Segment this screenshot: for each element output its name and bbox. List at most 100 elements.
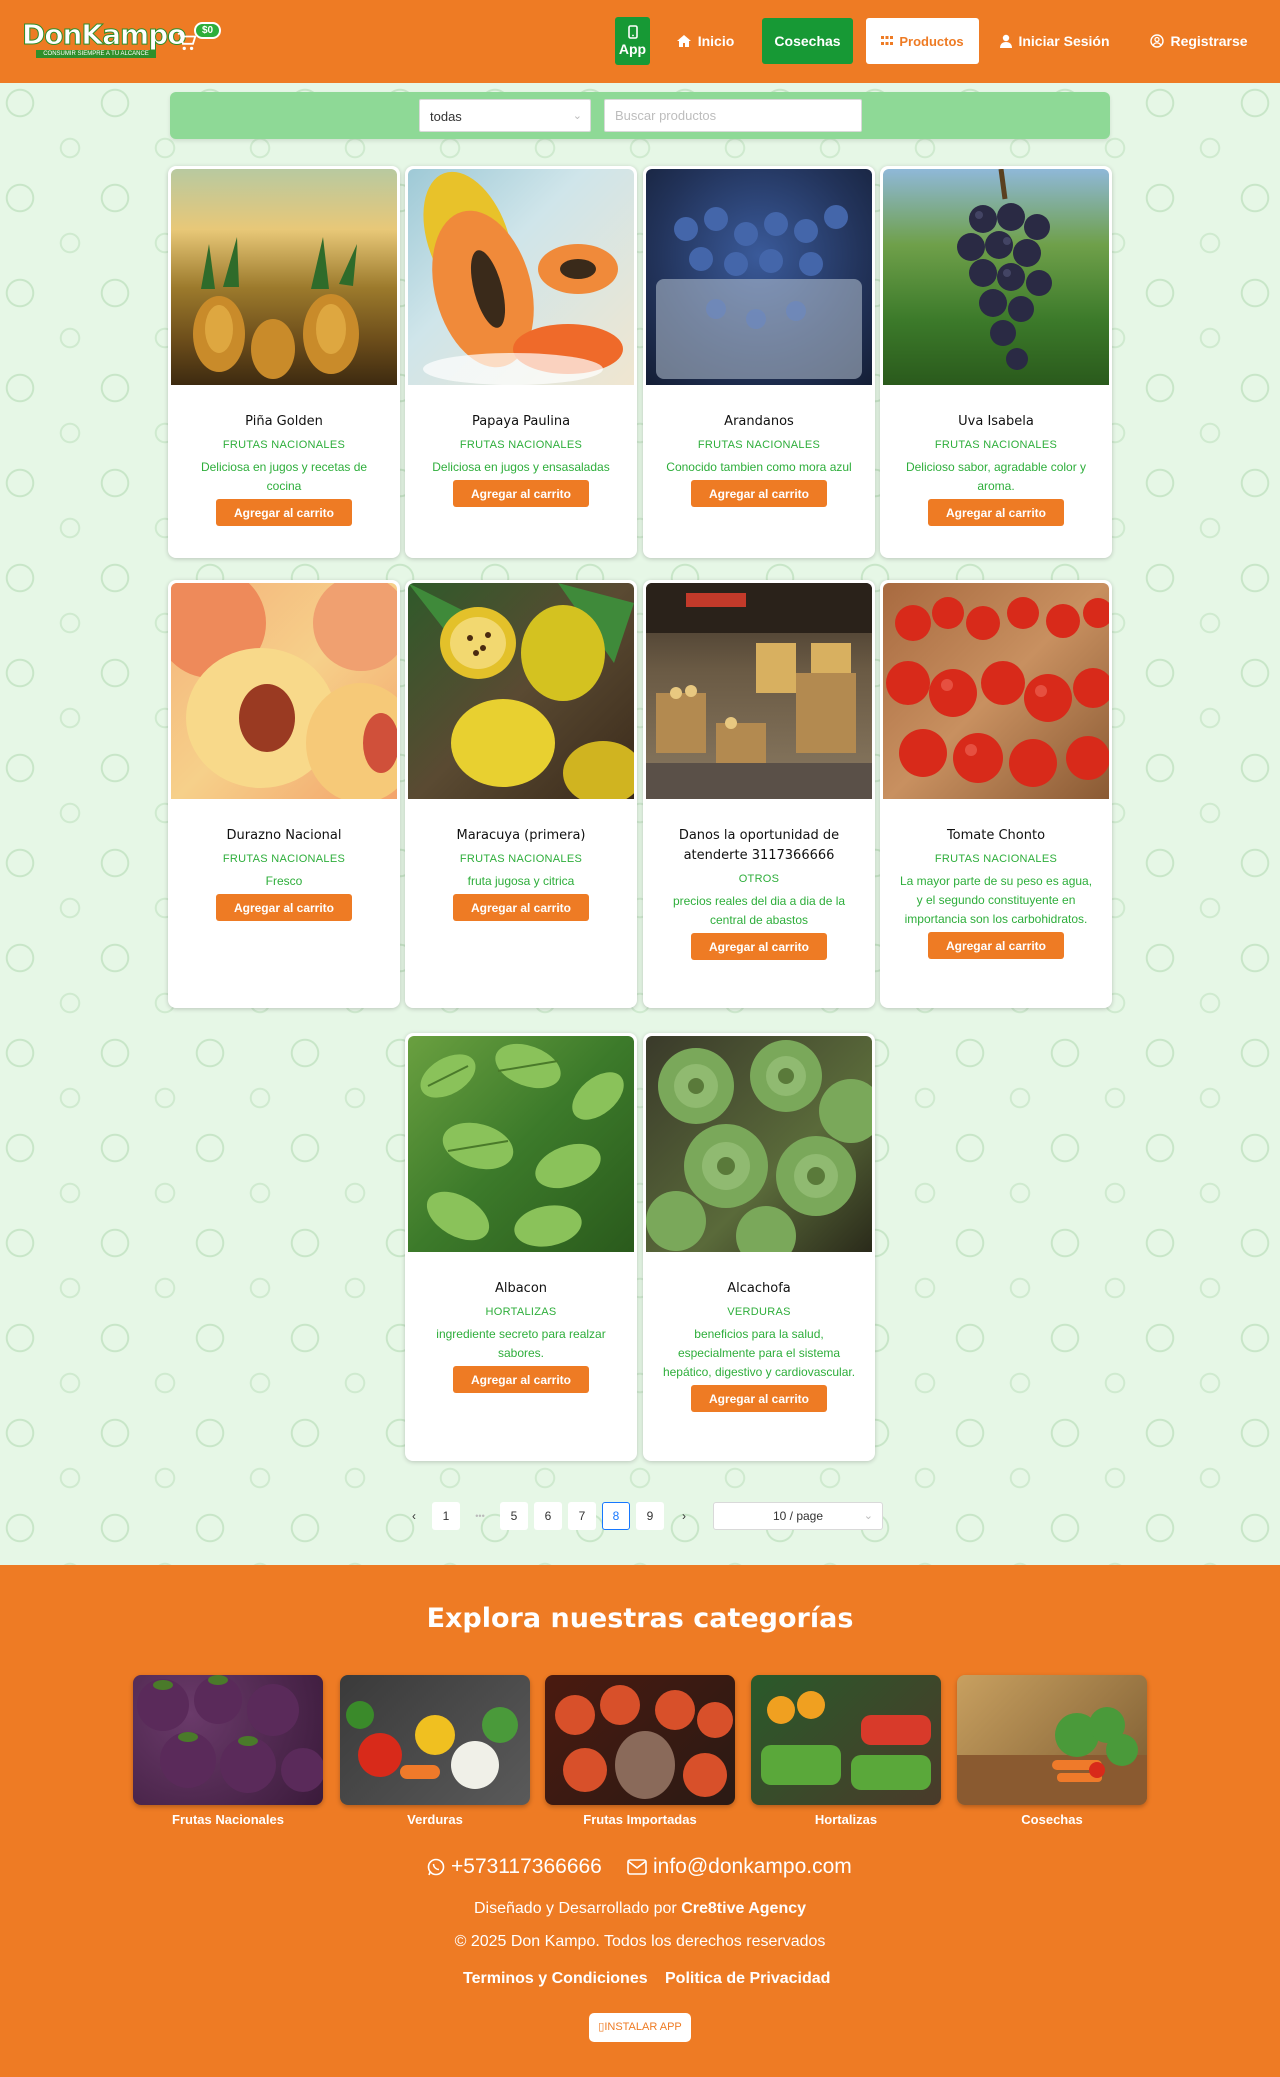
product-image-tomato xyxy=(883,583,1109,799)
product-title: Albacon xyxy=(494,1281,548,1296)
product-card[interactable]: Durazno Nacional FRUTAS NACIONALES Fresc… xyxy=(168,580,400,1008)
footer-category-cosechas[interactable]: Cosechas xyxy=(957,1675,1147,1827)
product-image-artichoke xyxy=(646,1036,872,1252)
terms-link[interactable]: Terminos y Condiciones xyxy=(463,1970,648,1988)
product-description: Deliciosa en jugos y recetas de cocina xyxy=(200,460,368,493)
product-card[interactable]: Albacon HORTALIZAS ingrediente secreto p… xyxy=(405,1033,637,1461)
product-title: Uva Isabela xyxy=(958,414,1034,429)
nav-register[interactable]: Registrarse xyxy=(1145,18,1253,64)
category-label: Verduras xyxy=(407,1812,463,1827)
product-card[interactable]: Arandanos FRUTAS NACIONALES Conocido tam… xyxy=(643,166,875,558)
footer-category-hortalizas[interactable]: Hortalizas xyxy=(751,1675,941,1827)
add-to-cart-button[interactable]: Agregar al carrito xyxy=(691,933,827,960)
pagination: ‹ 1 ••• 5 6 7 8 9 › 10 / page ⌄ xyxy=(400,1502,890,1530)
home-icon xyxy=(676,35,691,47)
category-label: Hortalizas xyxy=(814,1812,878,1827)
page-size-value: 10 / page xyxy=(772,1509,824,1523)
product-card[interactable]: Alcachofa VERDURAS beneficios para la sa… xyxy=(643,1033,875,1461)
category-label: Cosechas xyxy=(1021,1812,1083,1827)
category-select-value: todas xyxy=(430,109,462,124)
add-to-cart-button[interactable]: Agregar al carrito xyxy=(691,480,827,507)
install-app-button[interactable]: ▯INSTALAR APP xyxy=(589,2013,691,2042)
add-to-cart-button[interactable]: Agregar al carrito xyxy=(453,480,589,507)
product-category: FRUTAS NACIONALES xyxy=(222,439,346,451)
product-category: HORTALIZAS xyxy=(485,1306,557,1318)
product-category: FRUTAS NACIONALES xyxy=(934,439,1058,451)
cart-button[interactable]: $0 xyxy=(176,22,224,52)
footer-title: Explora nuestras categorías xyxy=(426,1603,854,1634)
nav-register-label: Registrarse xyxy=(1170,33,1248,49)
credit-agency-link[interactable]: Cre8tive Agency xyxy=(681,1900,806,1917)
cart-total-badge: $0 xyxy=(194,22,222,39)
category-image-hortalizas xyxy=(751,1675,941,1805)
don-kampo-logo[interactable]: DonKampo CONSUMIR SIEMPRE A TU ALCANCE xyxy=(21,18,187,58)
add-to-cart-button[interactable]: Agregar al carrito xyxy=(216,499,352,526)
footer-email: info@donkampo.com xyxy=(653,1855,852,1878)
mail-icon xyxy=(627,1859,647,1875)
product-title: Durazno Nacional xyxy=(226,828,342,843)
product-card[interactable]: Piña Golden FRUTAS NACIONALES Deliciosa … xyxy=(168,166,400,558)
nav-app-button[interactable]: App xyxy=(615,17,650,65)
pagination-next[interactable]: › xyxy=(670,1502,698,1530)
product-description: La mayor parte de su peso es agua, y el … xyxy=(899,874,1093,926)
product-description: Fresco xyxy=(265,874,303,888)
page-size-select[interactable]: 10 / page ⌄ xyxy=(713,1502,883,1530)
nav-login[interactable]: Iniciar Sesión xyxy=(995,18,1115,64)
pagination-ellipsis[interactable]: ••• xyxy=(466,1502,494,1530)
product-image-papaya xyxy=(408,169,634,385)
product-title: Maracuya (primera) xyxy=(456,828,586,843)
product-card[interactable]: Tomate Chonto FRUTAS NACIONALES La mayor… xyxy=(880,580,1112,1008)
footer-category-frutas-nacionales[interactable]: Frutas Nacionales xyxy=(133,1675,323,1827)
pagination-page[interactable]: 6 xyxy=(534,1502,562,1530)
product-card[interactable]: Uva Isabela FRUTAS NACIONALES Delicioso … xyxy=(880,166,1112,558)
logo-tagline: CONSUMIR SIEMPRE A TU ALCANCE xyxy=(36,50,156,58)
pagination-page[interactable]: 9 xyxy=(636,1502,664,1530)
product-description: Deliciosa en jugos y ensasaladas xyxy=(432,460,610,474)
add-to-cart-button[interactable]: Agregar al carrito xyxy=(453,894,589,921)
pagination-page[interactable]: 1 xyxy=(432,1502,460,1530)
product-description: fruta jugosa y citrica xyxy=(467,874,575,888)
add-to-cart-button[interactable]: Agregar al carrito xyxy=(928,499,1064,526)
nav-cosechas[interactable]: Cosechas xyxy=(762,18,853,64)
product-image-passionfruit xyxy=(408,583,634,799)
product-description: Delicioso sabor, agradable color y aroma… xyxy=(905,460,1087,493)
whatsapp-icon xyxy=(427,1858,445,1876)
footer-phone: +573117366666 xyxy=(451,1855,602,1878)
product-card[interactable]: Danos la oportunidad de atenderte 311736… xyxy=(643,580,875,1008)
chevron-down-icon: ⌄ xyxy=(572,110,582,122)
product-image-peach xyxy=(171,583,397,799)
product-title: Arandanos xyxy=(724,414,794,429)
footer-phone-link[interactable]: +573117366666 xyxy=(427,1855,602,1879)
nav-cosechas-label: Cosechas xyxy=(774,33,841,49)
product-category: FRUTAS NACIONALES xyxy=(459,853,583,865)
category-label: Frutas Nacionales xyxy=(172,1812,284,1827)
product-image-basil xyxy=(408,1036,634,1252)
nav-productos[interactable]: Productos xyxy=(866,18,979,64)
pagination-prev[interactable]: ‹ xyxy=(400,1502,428,1530)
logo-text-don: Don xyxy=(21,18,82,52)
add-to-cart-button[interactable]: Agregar al carrito xyxy=(691,1385,827,1412)
product-category: FRUTAS NACIONALES xyxy=(934,853,1058,865)
privacy-link[interactable]: Politica de Privacidad xyxy=(665,1970,830,1988)
add-to-cart-button[interactable]: Agregar al carrito xyxy=(928,932,1064,959)
product-card[interactable]: Papaya Paulina FRUTAS NACIONALES Delicio… xyxy=(405,166,637,558)
pagination-page[interactable]: 7 xyxy=(568,1502,596,1530)
product-category: FRUTAS NACIONALES xyxy=(697,439,821,451)
pagination-page[interactable]: 5 xyxy=(500,1502,528,1530)
nav-app-label: App xyxy=(618,41,647,57)
user-circle-icon xyxy=(1150,34,1165,48)
pagination-page-current[interactable]: 8 xyxy=(602,1502,630,1530)
product-card[interactable]: Maracuya (primera) FRUTAS NACIONALES fru… xyxy=(405,580,637,1008)
nav-inicio[interactable]: Inicio xyxy=(670,18,740,64)
category-select[interactable]: todas ⌄ xyxy=(419,99,591,132)
category-label: Frutas Importadas xyxy=(583,1812,697,1827)
product-category: VERDURAS xyxy=(727,1306,791,1318)
product-title: Alcachofa xyxy=(727,1281,791,1296)
footer-category-verduras[interactable]: Verduras xyxy=(340,1675,530,1827)
search-input[interactable] xyxy=(604,99,862,132)
add-to-cart-button[interactable]: Agregar al carrito xyxy=(453,1366,589,1393)
footer-email-link[interactable]: info@donkampo.com xyxy=(627,1855,852,1879)
footer-category-frutas-importadas[interactable]: Frutas Importadas xyxy=(545,1675,735,1827)
add-to-cart-button[interactable]: Agregar al carrito xyxy=(216,894,352,921)
footer: Explora nuestras categorías Frutas Nacio… xyxy=(0,1565,1280,2077)
